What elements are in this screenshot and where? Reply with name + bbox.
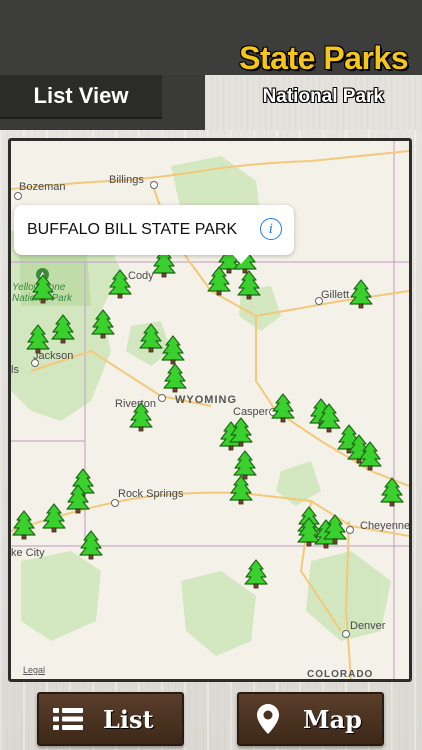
pine-tree-icon[interactable] [26,324,50,354]
map-button[interactable]: Map [237,692,384,746]
map-view[interactable]: Bozeman Billings Cody Gillett Jackson ls… [11,141,409,679]
pine-tree-icon[interactable] [323,514,347,544]
map-button-label: Map [303,704,362,734]
pine-tree-icon[interactable] [79,530,103,560]
legal-link[interactable]: Legal [23,665,45,675]
pine-tree-icon[interactable] [237,270,261,300]
city-label-denver: Denver [350,620,386,632]
city-dot [14,192,22,200]
city-dot [31,359,39,367]
pine-tree-icon[interactable] [31,274,55,304]
pine-tree-icon[interactable] [163,363,187,393]
city-label-billings: Billings [109,174,144,186]
pine-tree-icon[interactable] [207,266,231,296]
pine-tree-icon[interactable] [66,484,90,514]
city-dot [346,526,354,534]
pine-tree-icon[interactable] [229,417,253,447]
pine-tree-icon[interactable] [244,559,268,589]
pine-tree-icon[interactable] [108,269,132,299]
city-label-gillette: Gillett [321,289,350,301]
map-frame: Bozeman Billings Cody Gillett Jackson ls… [8,138,412,682]
list-icon [51,703,85,735]
tab-slant [162,75,205,130]
city-label-salt-lake-city: ke City [11,547,45,559]
city-dot [150,181,158,189]
pine-tree-icon[interactable] [129,402,153,432]
state-label-wyoming: WYOMING [175,394,237,406]
map-pin-icon [251,703,285,735]
list-button[interactable]: List [37,692,184,746]
park-callout[interactable]: BUFFALO BILL STATE PARK i [14,205,294,255]
city-label-partial: ls [11,364,19,376]
pine-tree-icon[interactable] [349,279,373,309]
city-dot [342,630,350,638]
city-label-rock-springs: Rock Springs [118,488,184,500]
pine-tree-icon[interactable] [271,393,295,423]
pine-tree-icon[interactable] [358,441,382,471]
list-view-tab[interactable]: List View [0,75,162,119]
pine-tree-icon[interactable] [161,335,185,365]
pine-tree-icon[interactable] [229,475,253,505]
city-dot [111,499,119,507]
city-label-cheyenne: Cheyenne [360,520,409,532]
pine-tree-icon[interactable] [380,477,404,507]
info-circle-icon[interactable]: i [260,218,282,240]
callout-tail [232,254,250,264]
pine-tree-icon[interactable] [12,510,36,540]
city-dot [158,394,166,402]
app-title: State Parks [239,40,408,76]
callout-title: BUFFALO BILL STATE PARK [27,221,238,238]
pine-tree-icon[interactable] [42,503,66,533]
pine-tree-icon[interactable] [51,314,75,344]
state-label-colorado: COLORADO [307,669,374,679]
app-subtitle: National Park [262,86,384,107]
city-label-bozeman: Bozeman [19,181,66,193]
list-button-label: List [103,704,154,734]
pine-tree-icon[interactable] [139,323,163,353]
pine-tree-icon[interactable] [91,309,115,339]
